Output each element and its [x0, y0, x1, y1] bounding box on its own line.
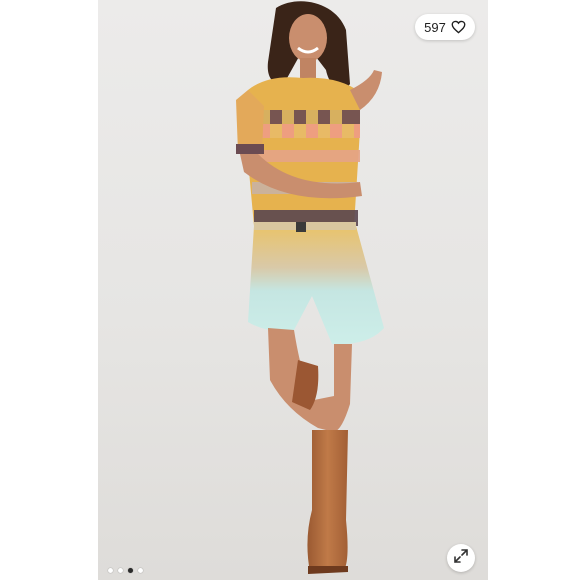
carousel-dot[interactable]: [138, 568, 143, 573]
carousel-indicators: [108, 568, 143, 573]
carousel-dot[interactable]: [108, 568, 113, 573]
model-illustration: [236, 1, 384, 574]
heart-outline-icon: [451, 20, 466, 34]
like-button[interactable]: 597: [415, 14, 475, 40]
expand-button[interactable]: [447, 544, 475, 572]
product-photo[interactable]: [98, 0, 488, 580]
expand-arrows-icon: [454, 548, 468, 568]
carousel-dot[interactable]: [118, 568, 123, 573]
carousel-dot-active[interactable]: [128, 568, 133, 573]
like-count: 597: [424, 19, 446, 35]
